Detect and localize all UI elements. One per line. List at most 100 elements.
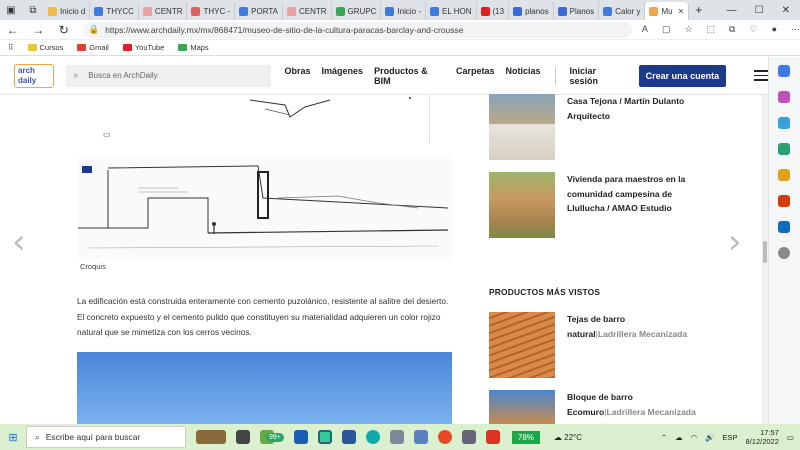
browser-tab[interactable]: (13	[477, 2, 510, 20]
related-thumbnail[interactable]	[489, 94, 555, 160]
browser-tab[interactable]: Calor y	[599, 2, 646, 20]
drop-icon[interactable]	[778, 169, 790, 181]
related-thumbnail[interactable]	[489, 172, 555, 238]
related-item[interactable]: Casa Tejona / Martín Dulanto Arquitecto	[489, 94, 697, 160]
product-title[interactable]: Tejas de barro natural|Ladrillera Mecani…	[567, 312, 697, 378]
article-photo[interactable]	[77, 352, 452, 424]
forward-icon[interactable]: →	[26, 23, 52, 37]
page-scrollbar[interactable]	[762, 95, 768, 424]
teams-icon[interactable]	[461, 430, 476, 444]
archdaily-logo[interactable]: arch daily	[14, 63, 54, 88]
reload-icon[interactable]: ↻	[51, 23, 77, 37]
search-sidebar-icon[interactable]	[778, 65, 790, 77]
browser-tab[interactable]: Inicio -	[381, 2, 426, 20]
back-icon[interactable]: ←	[0, 23, 26, 37]
browser-tab[interactable]: THYCC	[90, 2, 139, 20]
more-icon[interactable]: ···	[791, 24, 800, 35]
task-view-icon[interactable]	[236, 430, 250, 444]
sketch-image-top[interactable]	[100, 95, 430, 143]
photos-icon[interactable]	[413, 430, 428, 444]
battery-indicator[interactable]: 78%	[511, 430, 540, 444]
bookmark-item[interactable]: YouTube	[122, 43, 164, 52]
product-thumbnail[interactable]	[489, 390, 555, 424]
site-search-input[interactable]: ⌕ Busca en ArchDaily	[65, 64, 271, 87]
browser-tab[interactable]: THYC -	[187, 2, 236, 20]
bookmark-item[interactable]: Maps	[178, 43, 209, 52]
browser-tab[interactable]: EL HON	[426, 2, 477, 20]
edge-icon[interactable]	[365, 430, 380, 444]
windows-start-icon[interactable]: ⊞	[0, 431, 26, 444]
wifi-icon[interactable]: ◠	[691, 433, 698, 442]
maximize-icon[interactable]: ☐	[755, 5, 764, 16]
network-icon[interactable]: ☁	[675, 433, 683, 442]
health-icon[interactable]: ♡	[749, 24, 757, 35]
tray-chevron-icon[interactable]: ⌃	[661, 433, 667, 442]
favorite-icon[interactable]: ☆	[684, 24, 692, 35]
nav-link[interactable]: Noticias	[505, 66, 540, 86]
app-icon[interactable]: ▢	[662, 24, 671, 35]
hamburger-menu-icon[interactable]	[754, 70, 768, 81]
close-tab-icon[interactable]: ✕	[678, 7, 685, 16]
nav-link[interactable]: Productos & BIM	[374, 66, 445, 86]
volume-icon[interactable]: 🔊	[705, 433, 714, 442]
comment-icon[interactable]: ▭	[103, 130, 111, 139]
workspaces-icon[interactable]: ⧉	[22, 0, 44, 20]
related-item[interactable]: Vivienda para maestros en la comunidad c…	[489, 172, 697, 238]
product-title[interactable]: Bloque de barro Ecomuro|Ladrillera Mecan…	[567, 390, 697, 424]
browser-tab[interactable]: PORTA	[235, 2, 283, 20]
games-icon[interactable]	[778, 143, 790, 155]
bookmark-item[interactable]: Cursos	[27, 43, 63, 52]
taskbar-search[interactable]: ⌕ Escribe aquí para buscar	[26, 426, 186, 448]
browser-tab[interactable]: Planos	[554, 2, 600, 20]
nav-link[interactable]: Obras	[285, 66, 311, 86]
shopping-icon[interactable]	[778, 91, 790, 103]
nav-link[interactable]: Carpetas	[456, 66, 495, 86]
tab-actions-icon[interactable]: ▣	[0, 0, 22, 20]
language-indicator[interactable]: ESP	[723, 433, 738, 442]
tools-icon[interactable]	[778, 117, 790, 129]
read-aloud-icon[interactable]: A	[642, 24, 648, 35]
search-highlight-icon[interactable]	[196, 430, 226, 444]
gallery-next-icon[interactable]: ›	[728, 222, 742, 262]
browser-tab[interactable]: Inicio d	[44, 2, 91, 20]
browser-tab[interactable]: Mu ✕	[645, 2, 690, 20]
url-field[interactable]: 🔒 https://www.archdaily.mx/mx/868471/mus…	[82, 21, 632, 38]
add-sidebar-icon[interactable]	[778, 247, 790, 259]
notifications-icon[interactable]: ▭	[787, 433, 794, 442]
close-window-icon[interactable]: ✕	[782, 5, 790, 16]
tab-label: Calor y	[615, 6, 641, 16]
section-sketch-image[interactable]	[78, 158, 452, 258]
browser-tab[interactable]: GRUPC	[332, 2, 382, 20]
browser-tab[interactable]: CENTR	[283, 2, 332, 20]
file-explorer-icon[interactable]	[389, 430, 404, 444]
gallery-prev-icon[interactable]: ‹	[12, 222, 26, 262]
office-icon[interactable]	[778, 195, 790, 207]
product-item[interactable]: Bloque de barro Ecomuro|Ladrillera Mecan…	[489, 390, 697, 424]
bookmark-apps-icon[interactable]: ⠿	[8, 43, 14, 52]
related-title[interactable]: Vivienda para maestros en la comunidad c…	[567, 172, 697, 238]
browser-tab[interactable]: planos	[509, 2, 554, 20]
collections-icon[interactable]: ⧉	[729, 24, 735, 35]
browser-tab[interactable]: CENTR	[139, 2, 188, 20]
bookmark-item[interactable]: Gmail	[77, 43, 109, 52]
related-title[interactable]: Casa Tejona / Martín Dulanto Arquitecto	[567, 94, 697, 160]
zoom-icon[interactable]	[293, 430, 308, 444]
weather-widget[interactable]: ☁ 22°C	[554, 433, 582, 442]
login-link[interactable]: Iniciar sesión	[570, 66, 627, 86]
nav-link[interactable]: Imágenes	[322, 66, 364, 86]
scrollbar-thumb[interactable]	[763, 241, 767, 263]
product-thumbnail[interactable]	[489, 312, 555, 378]
new-tab-button[interactable]: +	[689, 3, 708, 17]
app-l-icon[interactable]	[317, 430, 332, 444]
product-item[interactable]: Tejas de barro natural|Ladrillera Mecani…	[489, 312, 697, 378]
word-icon[interactable]	[341, 430, 356, 444]
create-account-button[interactable]: Crear una cuenta	[638, 64, 727, 87]
clock[interactable]: 17:57 8/12/2022	[746, 428, 779, 446]
minimize-icon[interactable]: —	[727, 5, 737, 16]
acrobat-icon[interactable]	[485, 430, 500, 444]
profile-avatar[interactable]: ●	[772, 24, 777, 35]
chrome-icon[interactable]	[437, 430, 452, 444]
tab-label: GRUPC	[347, 6, 377, 16]
outlook-icon[interactable]	[778, 221, 790, 233]
extensions-icon[interactable]: ⬚	[707, 24, 716, 35]
